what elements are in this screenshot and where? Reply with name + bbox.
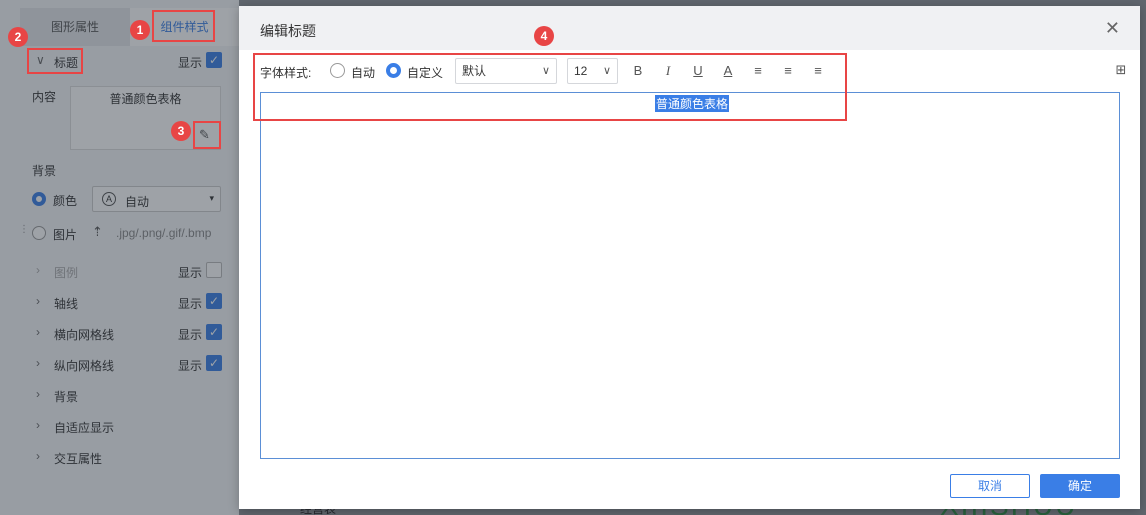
dialog-title: 编辑标题	[260, 23, 316, 39]
annotation-badge-1: 1	[130, 20, 150, 40]
insert-field-icon[interactable]: ⊞	[1112, 62, 1130, 80]
dialog-header: 编辑标题 ✕	[239, 6, 1140, 50]
close-icon[interactable]: ✕	[1105, 18, 1120, 39]
annotation-badge-2: 2	[8, 27, 28, 47]
ok-button[interactable]: 确定	[1040, 474, 1120, 498]
title-editor[interactable]: 普通颜色表格	[260, 92, 1120, 459]
annotation-box-4	[253, 53, 847, 121]
annotation-box-3	[193, 121, 221, 149]
annotation-box-2	[27, 48, 83, 74]
annotation-box-1	[152, 10, 215, 42]
cancel-button[interactable]: 取消	[950, 474, 1030, 498]
annotation-badge-4: 4	[534, 26, 554, 46]
annotation-badge-3: 3	[171, 121, 191, 141]
